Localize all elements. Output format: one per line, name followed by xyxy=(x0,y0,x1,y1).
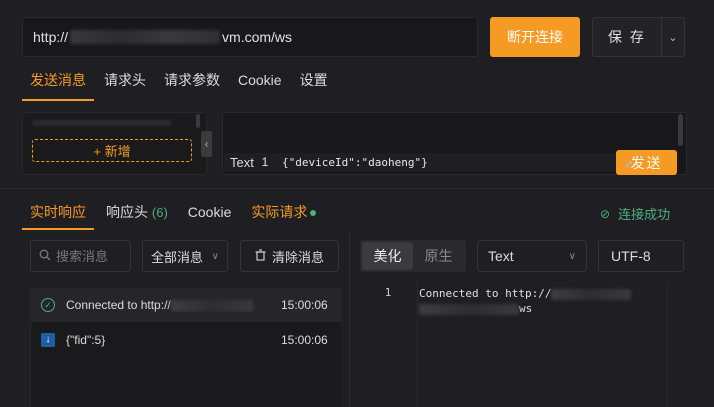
search-messages-field[interactable] xyxy=(30,240,131,272)
viewer-line-1-prefix: Connected to http:// xyxy=(419,287,552,300)
tab-cookie[interactable]: Cookie xyxy=(230,63,290,101)
encoding-select[interactable]: UTF-8 xyxy=(598,240,684,272)
chevron-down-icon: ∨ xyxy=(211,250,219,262)
search-input[interactable] xyxy=(56,248,126,264)
add-message-button[interactable]: + 新增 xyxy=(32,139,192,162)
tab-settings[interactable]: 设置 xyxy=(292,63,336,101)
disconnect-button[interactable]: 断开连接 xyxy=(490,17,580,57)
request-tabs: 发送消息 请求头 请求参数 Cookie 设置 xyxy=(22,62,338,102)
tab-request-headers[interactable]: 请求头 xyxy=(96,63,154,101)
redacted-host-mask xyxy=(551,288,632,300)
left-scrollbar[interactable] xyxy=(196,114,200,128)
arrow-down-icon: ↓ xyxy=(30,333,66,347)
chevron-down-icon: ∨ xyxy=(568,250,576,262)
viewer-gutter-line xyxy=(417,282,418,407)
collapse-icon[interactable]: ‹ xyxy=(201,131,212,157)
message-list-item-placeholder xyxy=(32,120,172,126)
save-button[interactable]: 保 存 xyxy=(593,27,661,47)
search-icon xyxy=(39,249,51,264)
format-select[interactable]: Text ∨ xyxy=(477,240,587,272)
viewer-line-number: 1 xyxy=(384,286,392,299)
tab-response-headers[interactable]: 响应头 (6) xyxy=(98,194,176,230)
response-tabs: 实时响应 响应头 (6) Cookie 实际请求 xyxy=(22,193,328,231)
status-dot-icon xyxy=(310,210,317,217)
message-time: 15:00:06 xyxy=(281,298,328,312)
response-viewer[interactable]: Connected to http:// ws xyxy=(419,286,664,316)
response-headers-count: (6) xyxy=(151,205,168,220)
connection-status: ⊘ 连接成功 xyxy=(600,204,670,223)
message-text-prefix: Connected to http:// xyxy=(66,298,171,312)
message-filter-value: 全部消息 xyxy=(151,249,204,265)
view-mode-raw[interactable]: 原生 xyxy=(413,242,464,270)
editor-scrollbar[interactable] xyxy=(678,114,683,146)
editor-line-number: 1 xyxy=(261,155,269,169)
tab-send-message[interactable]: 发送消息 xyxy=(22,63,94,101)
viewer-line-2: ws xyxy=(419,301,664,316)
link-icon: ⊘ xyxy=(600,206,611,221)
response-vertical-divider[interactable] xyxy=(349,232,350,407)
trash-icon xyxy=(255,248,266,264)
viewer-line-1: Connected to http:// xyxy=(419,286,664,301)
editor-line: Text 1 {"deviceId":"daoheng"} xyxy=(224,153,619,171)
editor-code[interactable]: {"deviceId":"daoheng"} xyxy=(282,156,428,169)
tab-response-headers-label: 响应头 xyxy=(106,204,148,220)
url-prefix: http:// xyxy=(33,29,69,45)
message-filter-select[interactable]: 全部消息 ∨ xyxy=(142,240,228,272)
message-row[interactable]: ✓ Connected to http:// 15:00:06 xyxy=(30,288,341,322)
redacted-host-mask xyxy=(170,299,253,312)
clear-messages-button[interactable]: 清除消息 xyxy=(240,240,339,272)
redacted-host-mask xyxy=(70,30,221,44)
format-select-value: Text xyxy=(488,248,514,264)
viewer-line-2-suffix: ws xyxy=(519,302,533,315)
view-mode-toggle: 美化 原生 xyxy=(360,240,466,272)
url-input[interactable]: http:// vm.com/ws xyxy=(22,17,478,57)
tab-realtime-response[interactable]: 实时响应 xyxy=(22,194,94,230)
clear-messages-label: 清除消息 xyxy=(271,249,324,265)
save-button-group[interactable]: 保 存 ⌄ xyxy=(592,17,685,57)
view-mode-pretty[interactable]: 美化 xyxy=(362,242,413,270)
connected-icon: ✓ xyxy=(30,298,66,312)
tab-actual-request-label: 实际请求 xyxy=(251,204,308,220)
encoding-select-value: UTF-8 xyxy=(611,248,651,264)
pane-divider[interactable] xyxy=(0,188,714,189)
tab-actual-request[interactable]: 实际请求 xyxy=(243,194,324,230)
viewer-right-border xyxy=(667,282,668,407)
message-text: Connected to http:// xyxy=(66,298,281,312)
connection-status-text: 连接成功 xyxy=(618,207,671,222)
message-text: {"fid":5} xyxy=(66,333,106,347)
tab-response-cookie[interactable]: Cookie xyxy=(180,194,240,230)
url-suffix: vm.com/ws xyxy=(222,29,293,45)
message-row[interactable]: ↓ {"fid":5} 15:00:06 xyxy=(30,323,341,357)
editor-format-label[interactable]: Text xyxy=(224,155,254,170)
message-time: 15:00:06 xyxy=(281,333,328,347)
redacted-host-mask xyxy=(419,303,519,315)
tab-request-params[interactable]: 请求参数 xyxy=(156,63,228,101)
chevron-down-icon[interactable]: ⌄ xyxy=(662,31,684,44)
